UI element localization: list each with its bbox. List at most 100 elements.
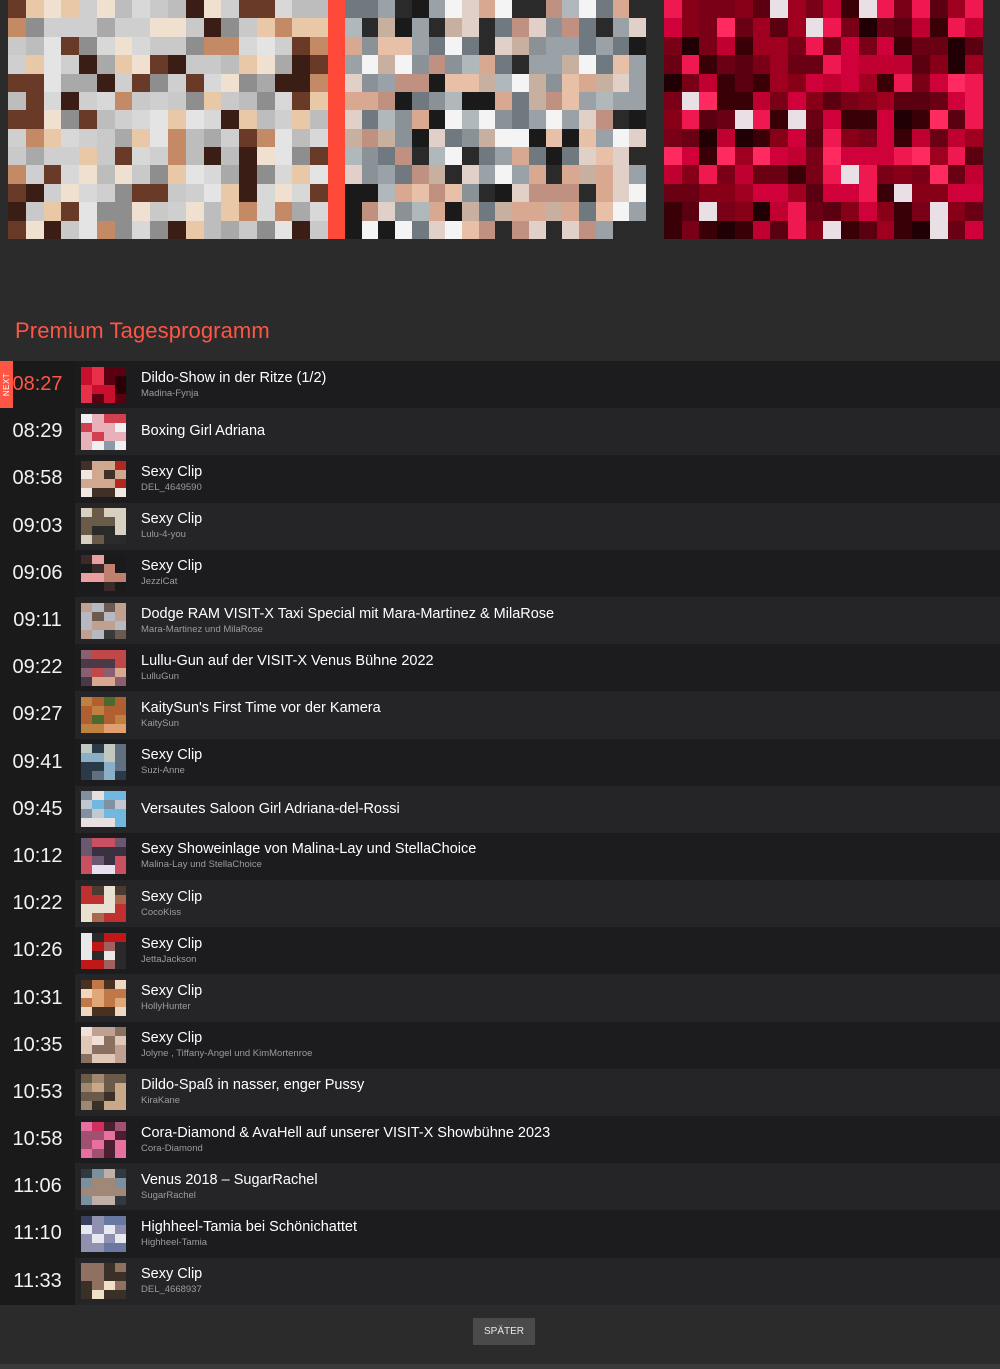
preview-thumbnail-3[interactable]: [664, 0, 983, 239]
program-thumbnail[interactable]: [81, 1168, 126, 1205]
program-thumbnail[interactable]: [81, 1074, 126, 1111]
pixel-block: [96, 202, 115, 221]
program-performer[interactable]: Cora-Diamond: [141, 1143, 550, 1155]
program-title[interactable]: Sexy Showeinlage von Malina-Lay und Stel…: [141, 841, 476, 858]
program-row[interactable]: 11:06 Venus 2018 – SugarRachel SugarRachel: [0, 1163, 1000, 1211]
program-row[interactable]: 09:03 Sexy Clip Lulu-4-you: [0, 502, 1000, 550]
program-row[interactable]: 09:11 Dodge RAM VISIT-X Taxi Special mit …: [0, 596, 1000, 645]
program-row[interactable]: 10:26 Sexy Clip JettaJackson: [0, 927, 1000, 975]
program-thumbnail[interactable]: [81, 838, 126, 875]
program-title[interactable]: Lullu-Gun auf der VISIT-X Venus Bühne 20…: [141, 653, 434, 670]
pixel-block: [770, 0, 789, 19]
program-row[interactable]: 09:22 Lullu-Gun auf der VISIT-X Venus Büh…: [0, 644, 1000, 692]
program-row[interactable]: 10:58 Cora-Diamond & AvaHell auf unserer …: [0, 1116, 1000, 1164]
program-row[interactable]: 09:06 Sexy Clip JezziCat: [0, 549, 1000, 597]
program-performer[interactable]: Mara-Martinez und MilaRose: [141, 624, 554, 636]
program-title[interactable]: Cora-Diamond & AvaHell auf unserer VISIT…: [141, 1125, 550, 1142]
program-performer[interactable]: Suzi-Anne: [141, 765, 202, 777]
program-performer[interactable]: JettaJackson: [141, 954, 202, 966]
program-title[interactable]: KaitySun's First Time vor der Kamera: [141, 700, 381, 717]
program-title[interactable]: Sexy Clip: [141, 1266, 202, 1283]
later-button[interactable]: SPÄTER: [473, 1318, 535, 1345]
program-row[interactable]: NEXT 08:27 Dildo-Show in der Ritze (1/2) Ma…: [0, 361, 1000, 409]
pixel-block: [699, 0, 718, 19]
program-row[interactable]: 10:22 Sexy Clip CocoKiss: [0, 880, 1000, 928]
program-thumbnail[interactable]: [81, 885, 126, 922]
pixel-block: [92, 460, 104, 470]
program-row[interactable]: 08:29 Boxing Girl Adriana: [0, 408, 1000, 456]
program-title[interactable]: Sexy Clip: [141, 936, 202, 953]
program-performer[interactable]: DEL_4668937: [141, 1284, 202, 1296]
preview-thumbnail-1[interactable]: [8, 0, 328, 239]
program-title[interactable]: Sexy Clip: [141, 464, 202, 481]
program-title[interactable]: Dildo-Show in der Ritze (1/2): [141, 370, 326, 387]
program-title[interactable]: Versautes Saloon Girl Adriana-del-Rossi: [141, 801, 400, 818]
program-title[interactable]: Sexy Clip: [141, 983, 202, 1000]
program-performer[interactable]: Madina-Fynja: [141, 388, 326, 400]
pixel-block: [579, 18, 596, 37]
pixel-block: [81, 676, 93, 686]
program-performer[interactable]: KaitySun: [141, 718, 381, 730]
program-performer[interactable]: JezziCat: [141, 576, 202, 588]
program-title[interactable]: Venus 2018 – SugarRachel: [141, 1172, 318, 1189]
program-title[interactable]: Sexy Clip: [141, 889, 202, 906]
program-title[interactable]: Highheel-Tamia bei Schönichattet: [141, 1219, 357, 1236]
program-thumbnail[interactable]: [81, 413, 126, 450]
program-title[interactable]: Dildo-Spaß in nasser, enger Pussy: [141, 1077, 364, 1094]
program-thumbnail[interactable]: [81, 1121, 126, 1158]
program-thumbnail[interactable]: [81, 366, 126, 403]
program-thumbnail[interactable]: [81, 1027, 126, 1064]
preview-thumbnail-2[interactable]: [345, 0, 646, 239]
pixel-block: [965, 165, 983, 184]
program-row[interactable]: 11:10 Highheel-Tamia bei Schönichattet Hig…: [0, 1210, 1000, 1258]
pixel-block: [292, 147, 311, 166]
program-performer[interactable]: Jolyne , Tiffany-Angel und KimMortenroe: [141, 1048, 312, 1060]
program-thumbnail[interactable]: [81, 744, 126, 781]
pixel-block: [361, 0, 379, 19]
program-row[interactable]: 08:58 Sexy Clip DEL_4649590: [0, 455, 1000, 503]
program-title[interactable]: Sexy Clip: [141, 558, 202, 575]
program-thumbnail[interactable]: [81, 508, 126, 545]
program-thumbnail[interactable]: [81, 696, 126, 733]
program-performer[interactable]: SugarRachel: [141, 1190, 318, 1202]
program-row[interactable]: 09:41 Sexy Clip Suzi-Anne: [0, 738, 1000, 786]
program-thumbnail[interactable]: [81, 555, 126, 592]
pixel-block: [274, 110, 293, 129]
program-row[interactable]: 09:45 Versautes Saloon Girl Adriana-del-R…: [0, 785, 1000, 833]
program-row[interactable]: 10:35 Sexy Clip Jolyne , Tiffany-Angel und…: [0, 1021, 1000, 1069]
program-performer[interactable]: LulluGun: [141, 671, 434, 683]
pixel-block: [770, 220, 789, 239]
program-row[interactable]: 10:53 Dildo-Spaß in nasser, enger Pussy Ki…: [0, 1068, 1000, 1116]
program-thumbnail[interactable]: [81, 1215, 126, 1252]
program-thumbnail[interactable]: [81, 649, 126, 686]
pixel-block: [752, 110, 771, 129]
program-performer[interactable]: HollyHunter: [141, 1001, 202, 1013]
program-performer[interactable]: KiraKane: [141, 1095, 364, 1107]
pixel-block: [114, 384, 126, 394]
program-thumbnail[interactable]: [81, 932, 126, 969]
program-row[interactable]: 11:33 Sexy Clip DEL_4668937: [0, 1257, 1000, 1305]
program-row[interactable]: 10:31 Sexy Clip HollyHunter: [0, 974, 1000, 1022]
program-title[interactable]: Boxing Girl Adriana: [141, 423, 265, 440]
program-title[interactable]: Sexy Clip: [141, 1030, 312, 1047]
program-thumbnail[interactable]: [81, 791, 126, 828]
program-title[interactable]: Dodge RAM VISIT-X Taxi Special mit Mara-…: [141, 606, 554, 623]
pixel-block: [478, 183, 496, 203]
program-thumbnail[interactable]: [81, 1263, 126, 1300]
program-row[interactable]: 10:12 Sexy Showeinlage von Malina-Lay und…: [0, 832, 1000, 881]
program-performer[interactable]: DEL_4649590: [141, 482, 202, 494]
pixel-block: [664, 110, 682, 129]
pixel-block: [81, 1242, 93, 1252]
pixel-block: [114, 903, 126, 913]
program-thumbnail[interactable]: [81, 602, 126, 639]
program-performer[interactable]: Highheel-Tamia: [141, 1237, 357, 1249]
program-row[interactable]: 09:27 KaitySun's First Time vor der Kamer…: [0, 691, 1000, 739]
program-performer[interactable]: Lulu-4-you: [141, 529, 202, 541]
program-performer[interactable]: Malina-Lay und StellaChoice: [141, 859, 476, 871]
program-thumbnail[interactable]: [81, 460, 126, 497]
program-performer[interactable]: CocoKiss: [141, 907, 202, 919]
program-thumbnail[interactable]: [81, 980, 126, 1017]
program-title[interactable]: Sexy Clip: [141, 511, 202, 528]
program-title[interactable]: Sexy Clip: [141, 747, 202, 764]
program-text: Sexy Showeinlage von Malina-Lay und Stel…: [141, 841, 476, 871]
